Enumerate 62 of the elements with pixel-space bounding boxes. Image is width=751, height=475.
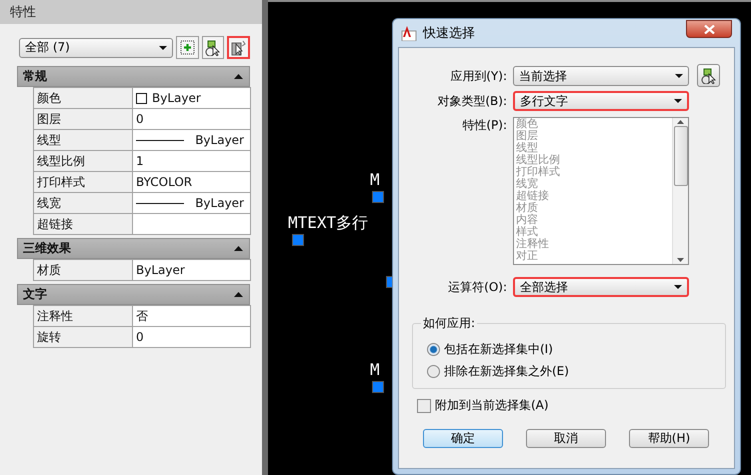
close-icon: [704, 24, 714, 34]
group-title: 如何应用:: [421, 315, 478, 332]
property-label: 颜色: [33, 87, 133, 109]
collapse-icon[interactable]: [234, 74, 243, 79]
value-cell[interactable]: 1: [132, 150, 251, 172]
caret-icon: [158, 46, 167, 50]
grip-handle[interactable]: [372, 191, 384, 203]
property-label: 超链接: [33, 213, 133, 235]
toolbar-button[interactable]: [202, 36, 224, 59]
field-label: 运算符(O):: [447, 279, 508, 296]
property-label: 注释性: [33, 305, 133, 327]
dropdown-field[interactable]: 当前选择: [513, 66, 689, 86]
value-cell[interactable]: 0: [132, 326, 251, 348]
field-label: 应用到(Y):: [449, 68, 508, 85]
property-label: 材质: [33, 259, 133, 281]
value-cell[interactable]: 否: [132, 305, 251, 327]
dialog-button[interactable]: 帮助(H): [629, 429, 709, 448]
grip-handle[interactable]: [292, 234, 304, 246]
dropdown-field[interactable]: 全部选择: [513, 277, 689, 297]
value-cell[interactable]: ByLayer: [132, 259, 251, 281]
add-selection-icon: [180, 40, 195, 55]
append-checkbox[interactable]: 附加到当前选择集(A): [417, 397, 734, 414]
canvas-text: M: [370, 170, 380, 189]
line-sample-icon: [136, 202, 184, 204]
toolbar-button[interactable]: [176, 36, 199, 59]
select-objects-button[interactable]: [697, 64, 720, 87]
radio-option[interactable]: 排除在新选择集之外(E): [427, 363, 725, 380]
collapse-icon[interactable]: [234, 246, 243, 251]
caret-icon: [675, 74, 683, 78]
app-logo-icon: [401, 25, 417, 41]
canvas-text: M: [370, 360, 380, 379]
section-header[interactable]: 文字: [17, 284, 250, 305]
dropdown-field[interactable]: 多行文字: [513, 91, 689, 111]
toolbar-button[interactable]: [227, 36, 250, 59]
radio-option[interactable]: 包括在新选择集中(I): [427, 341, 725, 358]
object-filter-dropdown[interactable]: 全部 (7): [19, 38, 173, 58]
canvas-text: MTEXT多行: [288, 213, 368, 234]
panel-title: 特性: [0, 0, 262, 24]
grip-handle[interactable]: [372, 381, 384, 393]
close-button[interactable]: [686, 20, 732, 38]
value-cell[interactable]: ByLayer: [132, 129, 251, 151]
value-cell[interactable]: [132, 213, 251, 235]
value-cell[interactable]: 0: [132, 108, 251, 130]
dialog-button[interactable]: 取消: [526, 429, 606, 448]
caret-icon: [674, 285, 682, 289]
dialog-button[interactable]: 确定: [423, 429, 503, 448]
value-cell[interactable]: ByLayer: [132, 192, 251, 214]
field-label: 对象类型(B):: [436, 93, 508, 110]
section-header[interactable]: 三维效果: [17, 238, 250, 259]
caret-icon: [674, 99, 682, 103]
value-cell[interactable]: ByLayer: [132, 87, 251, 109]
property-label: 旋转: [33, 326, 133, 348]
line-sample-icon: [136, 138, 184, 142]
section-header[interactable]: 常规: [17, 66, 250, 87]
color-swatch-icon: [136, 92, 147, 104]
select-objects-icon: [700, 68, 717, 84]
quick-select-icon: [230, 40, 247, 56]
value-cell[interactable]: BYCOLOR: [132, 171, 251, 193]
select-objects-icon: [204, 40, 222, 56]
collapse-icon[interactable]: [234, 292, 243, 297]
dialog-title: 快速选择: [423, 25, 475, 42]
field-label: 特性(P):: [461, 117, 508, 134]
